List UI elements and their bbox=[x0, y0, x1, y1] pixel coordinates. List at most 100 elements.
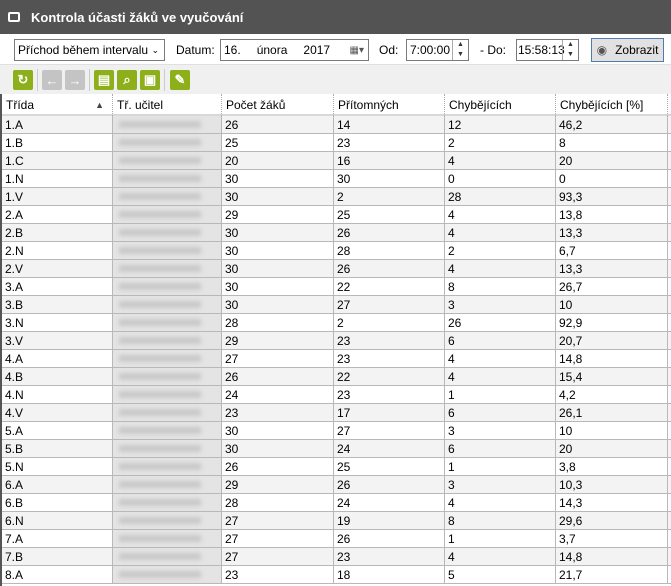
absent-percent-cell[interactable]: 10,3 bbox=[556, 476, 668, 493]
column-header-absent-percent[interactable]: Chybějících [%] bbox=[556, 94, 668, 116]
column-header-teacher[interactable]: Tř. učitel bbox=[113, 94, 222, 116]
absent-cell[interactable]: 6 bbox=[445, 332, 556, 349]
students-cell[interactable]: 26 bbox=[222, 368, 334, 385]
absent-cell[interactable]: 2 bbox=[445, 242, 556, 259]
present-cell[interactable]: 23 bbox=[334, 548, 445, 565]
absent-percent-cell[interactable]: 6,7 bbox=[556, 242, 668, 259]
absent-percent-cell[interactable]: 13,3 bbox=[556, 224, 668, 241]
absent-cell[interactable]: 1 bbox=[445, 458, 556, 475]
table-row[interactable]: 3.V 29 23 6 20,7 bbox=[2, 332, 671, 350]
absent-cell[interactable]: 4 bbox=[445, 206, 556, 223]
absent-percent-cell[interactable]: 29,6 bbox=[556, 512, 668, 529]
from-time-spinner[interactable]: ▲ ▼ bbox=[452, 40, 468, 60]
class-cell[interactable]: 1.C bbox=[2, 152, 113, 169]
present-cell[interactable]: 27 bbox=[334, 422, 445, 439]
wrench-icon[interactable]: ✎ bbox=[170, 70, 190, 90]
absent-percent-cell[interactable]: 20 bbox=[556, 440, 668, 457]
absent-cell[interactable]: 4 bbox=[445, 494, 556, 511]
column-header-class[interactable]: Třída ▲ bbox=[2, 94, 113, 116]
table-row[interactable]: 7.A 27 26 1 3,7 bbox=[2, 530, 671, 548]
table-row[interactable]: 4.V 23 17 6 26,1 bbox=[2, 404, 671, 422]
table-row[interactable]: 1.V 30 2 28 93,3 bbox=[2, 188, 671, 206]
table-row[interactable]: 5.B 30 24 6 20 bbox=[2, 440, 671, 458]
students-cell[interactable]: 30 bbox=[222, 170, 334, 187]
present-cell[interactable]: 22 bbox=[334, 278, 445, 295]
absent-cell[interactable]: 3 bbox=[445, 422, 556, 439]
students-cell[interactable]: 30 bbox=[222, 242, 334, 259]
present-cell[interactable]: 24 bbox=[334, 494, 445, 511]
absent-percent-cell[interactable]: 20,7 bbox=[556, 332, 668, 349]
absent-percent-cell[interactable]: 14,8 bbox=[556, 548, 668, 565]
absent-cell[interactable]: 4 bbox=[445, 368, 556, 385]
present-cell[interactable]: 27 bbox=[334, 296, 445, 313]
absent-cell[interactable]: 2 bbox=[445, 134, 556, 151]
absent-cell[interactable]: 8 bbox=[445, 278, 556, 295]
students-cell[interactable]: 30 bbox=[222, 224, 334, 241]
students-cell[interactable]: 27 bbox=[222, 548, 334, 565]
absent-percent-cell[interactable]: 10 bbox=[556, 422, 668, 439]
class-cell[interactable]: 7.B bbox=[2, 548, 113, 565]
absent-percent-cell[interactable]: 20 bbox=[556, 152, 668, 169]
class-cell[interactable]: 4.N bbox=[2, 386, 113, 403]
table-row[interactable]: 6.A 29 26 3 10,3 bbox=[2, 476, 671, 494]
from-time-input[interactable]: 7:00:00 ▲ ▼ bbox=[406, 39, 469, 61]
class-cell[interactable]: 6.A bbox=[2, 476, 113, 493]
table-row[interactable]: 1.N 30 30 0 0 bbox=[2, 170, 671, 188]
students-cell[interactable]: 29 bbox=[222, 206, 334, 223]
class-cell[interactable]: 4.B bbox=[2, 368, 113, 385]
absent-percent-cell[interactable]: 46,2 bbox=[556, 116, 668, 133]
column-header-absent[interactable]: Chybějících bbox=[445, 94, 556, 116]
teacher-cell[interactable] bbox=[113, 440, 222, 457]
teacher-cell[interactable] bbox=[113, 278, 222, 295]
present-cell[interactable]: 26 bbox=[334, 476, 445, 493]
table-row[interactable]: 2.B 30 26 4 13,3 bbox=[2, 224, 671, 242]
class-cell[interactable]: 4.V bbox=[2, 404, 113, 421]
table-row[interactable]: 2.A 29 25 4 13,8 bbox=[2, 206, 671, 224]
present-cell[interactable]: 19 bbox=[334, 512, 445, 529]
absent-cell[interactable]: 12 bbox=[445, 116, 556, 133]
table-row[interactable]: 8.A 23 18 5 21,7 bbox=[2, 566, 671, 584]
present-cell[interactable]: 30 bbox=[334, 170, 445, 187]
teacher-cell[interactable] bbox=[113, 386, 222, 403]
show-button[interactable]: ◉ Zobrazit bbox=[591, 38, 664, 62]
absent-cell[interactable]: 4 bbox=[445, 224, 556, 241]
students-cell[interactable]: 25 bbox=[222, 134, 334, 151]
absent-percent-cell[interactable]: 26,1 bbox=[556, 404, 668, 421]
absent-percent-cell[interactable]: 13,3 bbox=[556, 260, 668, 277]
absent-cell[interactable]: 26 bbox=[445, 314, 556, 331]
class-cell[interactable]: 2.B bbox=[2, 224, 113, 241]
save-icon[interactable]: ▣ bbox=[140, 70, 160, 90]
teacher-cell[interactable] bbox=[113, 494, 222, 511]
column-header-present[interactable]: Přítomných bbox=[334, 94, 445, 116]
present-cell[interactable]: 26 bbox=[334, 224, 445, 241]
absent-cell[interactable]: 0 bbox=[445, 170, 556, 187]
students-cell[interactable]: 23 bbox=[222, 566, 334, 583]
table-row[interactable]: 1.A 26 14 12 46,2 bbox=[2, 116, 671, 134]
present-cell[interactable]: 16 bbox=[334, 152, 445, 169]
class-cell[interactable]: 1.A bbox=[2, 116, 113, 133]
teacher-cell[interactable] bbox=[113, 296, 222, 313]
students-cell[interactable]: 30 bbox=[222, 296, 334, 313]
class-cell[interactable]: 6.N bbox=[2, 512, 113, 529]
absent-cell[interactable]: 5 bbox=[445, 566, 556, 583]
students-cell[interactable]: 24 bbox=[222, 386, 334, 403]
table-row[interactable]: 1.C 20 16 4 20 bbox=[2, 152, 671, 170]
teacher-cell[interactable] bbox=[113, 170, 222, 187]
present-cell[interactable]: 25 bbox=[334, 458, 445, 475]
teacher-cell[interactable] bbox=[113, 332, 222, 349]
date-picker[interactable]: 16. února 2017 ▦▾ bbox=[220, 39, 369, 61]
class-cell[interactable]: 1.B bbox=[2, 134, 113, 151]
students-cell[interactable]: 30 bbox=[222, 440, 334, 457]
students-cell[interactable]: 23 bbox=[222, 404, 334, 421]
absent-percent-cell[interactable]: 8 bbox=[556, 134, 668, 151]
forward-arrow-icon[interactable]: → bbox=[65, 70, 85, 90]
table-row[interactable]: 5.A 30 27 3 10 bbox=[2, 422, 671, 440]
teacher-cell[interactable] bbox=[113, 134, 222, 151]
absent-percent-cell[interactable]: 10 bbox=[556, 296, 668, 313]
teacher-cell[interactable] bbox=[113, 548, 222, 565]
teacher-cell[interactable] bbox=[113, 188, 222, 205]
absent-cell[interactable]: 6 bbox=[445, 440, 556, 457]
absent-percent-cell[interactable]: 26,7 bbox=[556, 278, 668, 295]
to-time-spinner[interactable]: ▲ ▼ bbox=[562, 40, 578, 60]
absent-percent-cell[interactable]: 14,3 bbox=[556, 494, 668, 511]
